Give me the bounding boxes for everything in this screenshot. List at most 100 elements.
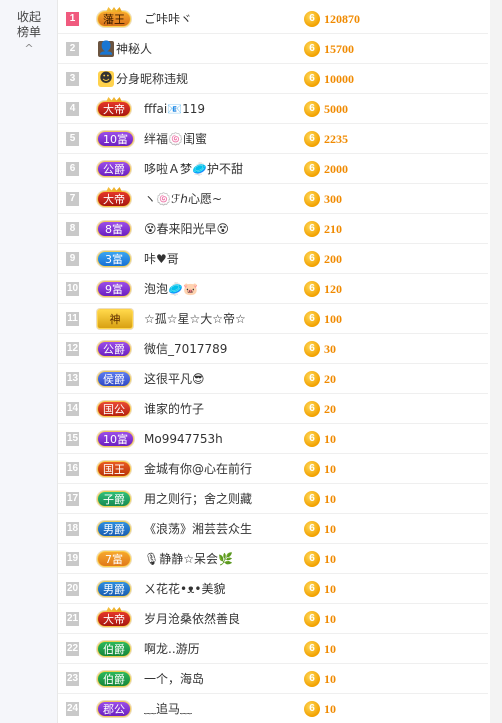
leaderboard-row[interactable]: 5 10富 绊福🍥闺蜜 6 2235	[58, 124, 488, 154]
user-name[interactable]: 😵春来阳光早😵	[144, 221, 229, 237]
contribution-amount: 2000	[324, 162, 348, 176]
contribution-amount: 10	[324, 552, 336, 566]
leaderboard-row[interactable]: 8 8富 😵春来阳光早😵 6 210	[58, 214, 488, 244]
contribution-amount: 10	[324, 522, 336, 536]
user-name[interactable]: 神秘人	[116, 41, 152, 57]
rank-number: 15	[66, 432, 79, 446]
rank-title-badge: 9富	[97, 281, 131, 297]
rank-number: 18	[66, 522, 79, 536]
rank-title-badge: 10富	[97, 131, 134, 147]
rank-number: 8	[66, 222, 79, 236]
rank-title-badge: 3富	[97, 251, 131, 267]
coin-icon: 6	[304, 431, 320, 447]
contribution-amount: 210	[324, 222, 342, 236]
leaderboard-row[interactable]: 13 侯爵 这很平凡😎 6 20	[58, 364, 488, 394]
rank-title-badge: 大帝	[97, 611, 131, 627]
user-name[interactable]: 咔♥哥	[144, 251, 179, 267]
leaderboard-row[interactable]: 10 9富 泡泡🥏🐷 6 120	[58, 274, 488, 304]
coin-icon: 6	[304, 101, 320, 117]
user-name[interactable]: 金城有你@心在前行	[144, 461, 252, 477]
coin-icon: 6	[304, 161, 320, 177]
contribution-amount: 30	[324, 342, 336, 356]
user-name[interactable]: ヽ🍥ℱℎ心愿~	[144, 191, 222, 207]
leaderboard-row[interactable]: 7 大帝 ヽ🍥ℱℎ心愿~ 6 300	[58, 184, 488, 214]
user-name[interactable]: ﹏追马﹏	[144, 701, 192, 717]
user-name[interactable]: Mo9947753h	[144, 431, 223, 447]
coin-icon: 6	[304, 461, 320, 477]
user-name[interactable]: 微信_7017789	[144, 341, 227, 357]
mystery-person-icon: 👤	[98, 41, 115, 57]
rank-number: 22	[66, 642, 79, 656]
user-name[interactable]: 绊福🍥闺蜜	[144, 131, 207, 147]
rank-title-badge: 侯爵	[97, 371, 131, 387]
coin-icon: 6	[304, 581, 320, 597]
leaderboard-row[interactable]: 16 国王 金城有你@心在前行 6 10	[58, 454, 488, 484]
leaderboard-row[interactable]: 2 👤 神秘人 6 15700	[58, 34, 488, 64]
collapse-leaderboard-button[interactable]: 收起 榜单 ^	[0, 10, 58, 56]
user-name[interactable]: 分身昵称违规	[116, 71, 188, 87]
leaderboard-row[interactable]: 20 男爵 ㄨ花花•ᴥ•美貌 6 10	[58, 574, 488, 604]
leaderboard-row[interactable]: 19 7富 🎙静静☆呆会🌿 6 10	[58, 544, 488, 574]
contribution-amount: 10	[324, 492, 336, 506]
leaderboard-row[interactable]: 17 子爵 用之则行；舍之则藏 6 10	[58, 484, 488, 514]
rank-number: 24	[66, 702, 79, 716]
user-name[interactable]: 一个，海岛	[144, 671, 204, 687]
user-name[interactable]: ☆孤☆星☆大☆帝☆	[144, 311, 246, 327]
rank-number: 23	[66, 672, 79, 686]
user-name[interactable]: 《浪荡》湘芸芸众生	[144, 521, 252, 537]
collapse-label-line2: 榜单	[16, 25, 41, 39]
user-name[interactable]: ㄨ花花•ᴥ•美貌	[144, 581, 225, 597]
leaderboard-row[interactable]: 3 ☻ 分身昵称违规 6 10000	[58, 64, 488, 94]
user-name[interactable]: 哆啦Ａ梦🥏护不甜	[144, 161, 243, 177]
contribution-amount: 10	[324, 462, 336, 476]
user-name[interactable]: 岁月沧桑依然善良	[144, 611, 240, 627]
contribution-amount: 2235	[324, 132, 348, 146]
coin-icon: 6	[304, 341, 320, 357]
leaderboard-row[interactable]: 23 伯爵 一个，海岛 6 10	[58, 664, 488, 694]
user-name[interactable]: 用之则行；舍之则藏	[144, 491, 252, 507]
coin-icon: 6	[304, 311, 320, 327]
rank-number: 7	[66, 192, 79, 206]
leaderboard-row[interactable]: 4 大帝 fffai📧119 6 5000	[58, 94, 488, 124]
leaderboard-row[interactable]: 21 大帝 岁月沧桑依然善良 6 10	[58, 604, 488, 634]
rank-number: 3	[66, 72, 79, 86]
leaderboard-row[interactable]: 1 藩王 ご咔咔ヾ 6 120870	[58, 4, 488, 34]
leaderboard-row[interactable]: 14 国公 谁家的竹子 6 20	[58, 394, 488, 424]
rank-title-badge: 男爵	[97, 521, 131, 537]
rank-title-badge: 男爵	[97, 581, 131, 597]
user-name[interactable]: ご咔咔ヾ	[144, 11, 192, 27]
coin-icon: 6	[304, 371, 320, 387]
user-name[interactable]: 泡泡🥏🐷	[144, 281, 198, 297]
contribution-amount: 200	[324, 252, 342, 266]
leaderboard-row[interactable]: 12 公爵 微信_7017789 6 30	[58, 334, 488, 364]
rank-number: 16	[66, 462, 79, 476]
user-name[interactable]: 啊龙..游历	[144, 641, 200, 657]
user-name[interactable]: 这很平凡😎	[144, 371, 205, 387]
user-name[interactable]: 🎙静静☆呆会🌿	[144, 551, 233, 567]
leaderboard-row[interactable]: 6 公爵 哆啦Ａ梦🥏护不甜 6 2000	[58, 154, 488, 184]
rank-title-badge: 大帝	[97, 191, 131, 207]
rank-number: 20	[66, 582, 79, 596]
coin-icon: 6	[304, 551, 320, 567]
scrollbar[interactable]	[490, 0, 502, 723]
leaderboard-row[interactable]: 22 伯爵 啊龙..游历 6 10	[58, 634, 488, 664]
contribution-amount: 20	[324, 402, 336, 416]
leaderboard-row[interactable]: 15 10富 Mo9947753h 6 10	[58, 424, 488, 454]
user-name[interactable]: 谁家的竹子	[144, 401, 204, 417]
rank-number: 10	[66, 282, 79, 296]
contribution-amount: 5000	[324, 102, 348, 116]
coin-icon: 6	[304, 221, 320, 237]
leaderboard-row[interactable]: 9 3富 咔♥哥 6 200	[58, 244, 488, 274]
leaderboard-row[interactable]: 24 郡公 ﹏追马﹏ 6 10	[58, 694, 488, 723]
coin-icon: 6	[304, 71, 320, 87]
user-name[interactable]: fffai📧119	[144, 101, 205, 117]
coin-icon: 6	[304, 191, 320, 207]
rank-title-badge: 伯爵	[97, 671, 131, 687]
rank-title-badge: 子爵	[97, 491, 131, 507]
leaderboard-sidebar: 收起 榜单 ^	[0, 0, 58, 723]
rank-number: 1	[66, 12, 79, 26]
coin-icon: 6	[304, 671, 320, 687]
rank-title-badge: 郡公	[97, 701, 131, 717]
leaderboard-row[interactable]: 11 神 ☆孤☆星☆大☆帝☆ 6 100	[58, 304, 488, 334]
leaderboard-row[interactable]: 18 男爵 《浪荡》湘芸芸众生 6 10	[58, 514, 488, 544]
